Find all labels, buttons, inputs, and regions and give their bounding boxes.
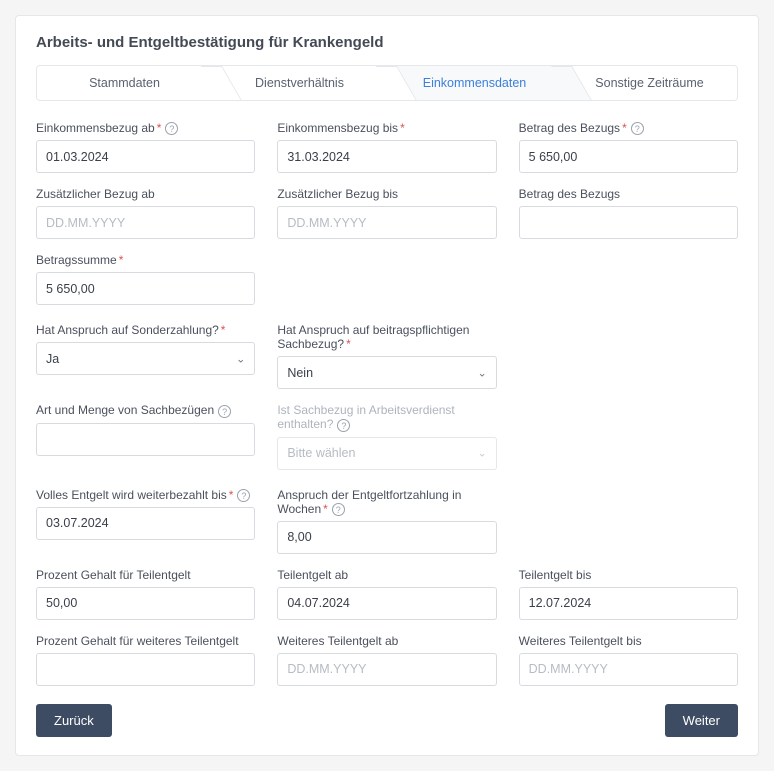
- section-entgelt: Volles Entgelt wird weiterbezahlt bis*? …: [36, 488, 738, 686]
- input-prozent-weiteres[interactable]: [36, 653, 255, 686]
- info-icon[interactable]: ?: [165, 122, 178, 135]
- input-teilentgelt-ab[interactable]: [277, 587, 496, 620]
- label-teilentgelt-ab: Teilentgelt ab: [277, 568, 496, 582]
- page-title: Arbeits- und Entgeltbestätigung für Kran…: [36, 34, 738, 51]
- input-betrag-bezug[interactable]: [519, 140, 738, 173]
- input-einkommen-bis[interactable]: [277, 140, 496, 173]
- back-button[interactable]: Zurück: [36, 704, 112, 737]
- footer-actions: Zurück Weiter: [36, 704, 738, 737]
- label-art-sachbezug: Art und Menge von Sachbezügen?: [36, 403, 255, 417]
- input-einkommen-ab[interactable]: [36, 140, 255, 173]
- label-sonderzahlung: Hat Anspruch auf Sonderzahlung?*: [36, 323, 255, 337]
- select-sachbezug-enthalten: [277, 437, 496, 470]
- info-icon: ?: [337, 419, 350, 432]
- label-betrag-bezug: Betrag des Bezugs*?: [519, 121, 738, 135]
- label-sachbezug-pflichtig: Hat Anspruch auf beitragspflichtigen Sac…: [277, 323, 496, 351]
- input-betragssumme[interactable]: [36, 272, 255, 305]
- label-teilentgelt-bis: Teilentgelt bis: [519, 568, 738, 582]
- label-betragssumme: Betragssumme*: [36, 253, 255, 267]
- label-zus-ab: Zusätzlicher Bezug ab: [36, 187, 255, 201]
- input-prozent-teil[interactable]: [36, 587, 255, 620]
- section-sachbezug: Hat Anspruch auf Sonderzahlung?* ⌄ Hat A…: [36, 323, 738, 469]
- input-weiteres-bis[interactable]: [519, 653, 738, 686]
- label-prozent-weiteres: Prozent Gehalt für weiteres Teilentgelt: [36, 634, 255, 648]
- label-sachbezug-enthalten: Ist Sachbezug in Arbeitsverdienst enthal…: [277, 403, 496, 431]
- label-einkommen-ab: Einkommensbezug ab*?: [36, 121, 255, 135]
- select-sonderzahlung[interactable]: [36, 342, 255, 375]
- info-icon[interactable]: ?: [631, 122, 644, 135]
- label-zus-bis: Zusätzlicher Bezug bis: [277, 187, 496, 201]
- form-card: Arbeits- und Entgeltbestätigung für Kran…: [15, 15, 759, 756]
- label-volles-entgelt: Volles Entgelt wird weiterbezahlt bis*?: [36, 488, 255, 502]
- input-weiteres-ab[interactable]: [277, 653, 496, 686]
- section-einkommen: Einkommensbezug ab*? Einkommensbezug bis…: [36, 121, 738, 305]
- info-icon[interactable]: ?: [237, 489, 250, 502]
- input-art-sachbezug[interactable]: [36, 423, 255, 456]
- label-anspruch-wochen: Anspruch der Entgeltfortzahlung in Woche…: [277, 488, 496, 516]
- tab-stammdaten[interactable]: Stammdaten: [37, 66, 212, 100]
- label-einkommen-bis: Einkommensbezug bis*: [277, 121, 496, 135]
- info-icon[interactable]: ?: [218, 405, 231, 418]
- step-tabs: Stammdaten Dienstverhältnis Einkommensda…: [36, 65, 738, 101]
- input-zus-bis[interactable]: [277, 206, 496, 239]
- label-weiteres-bis: Weiteres Teilentgelt bis: [519, 634, 738, 648]
- input-teilentgelt-bis[interactable]: [519, 587, 738, 620]
- next-button[interactable]: Weiter: [665, 704, 738, 737]
- label-betrag-bezug2: Betrag des Bezugs: [519, 187, 738, 201]
- input-betrag-bezug2[interactable]: [519, 206, 738, 239]
- select-sachbezug-pflichtig[interactable]: [277, 356, 496, 389]
- label-weiteres-ab: Weiteres Teilentgelt ab: [277, 634, 496, 648]
- input-volles-entgelt[interactable]: [36, 507, 255, 540]
- input-anspruch-wochen[interactable]: [277, 521, 496, 554]
- info-icon[interactable]: ?: [332, 503, 345, 516]
- label-prozent-teil: Prozent Gehalt für Teilentgelt: [36, 568, 255, 582]
- input-zus-ab[interactable]: [36, 206, 255, 239]
